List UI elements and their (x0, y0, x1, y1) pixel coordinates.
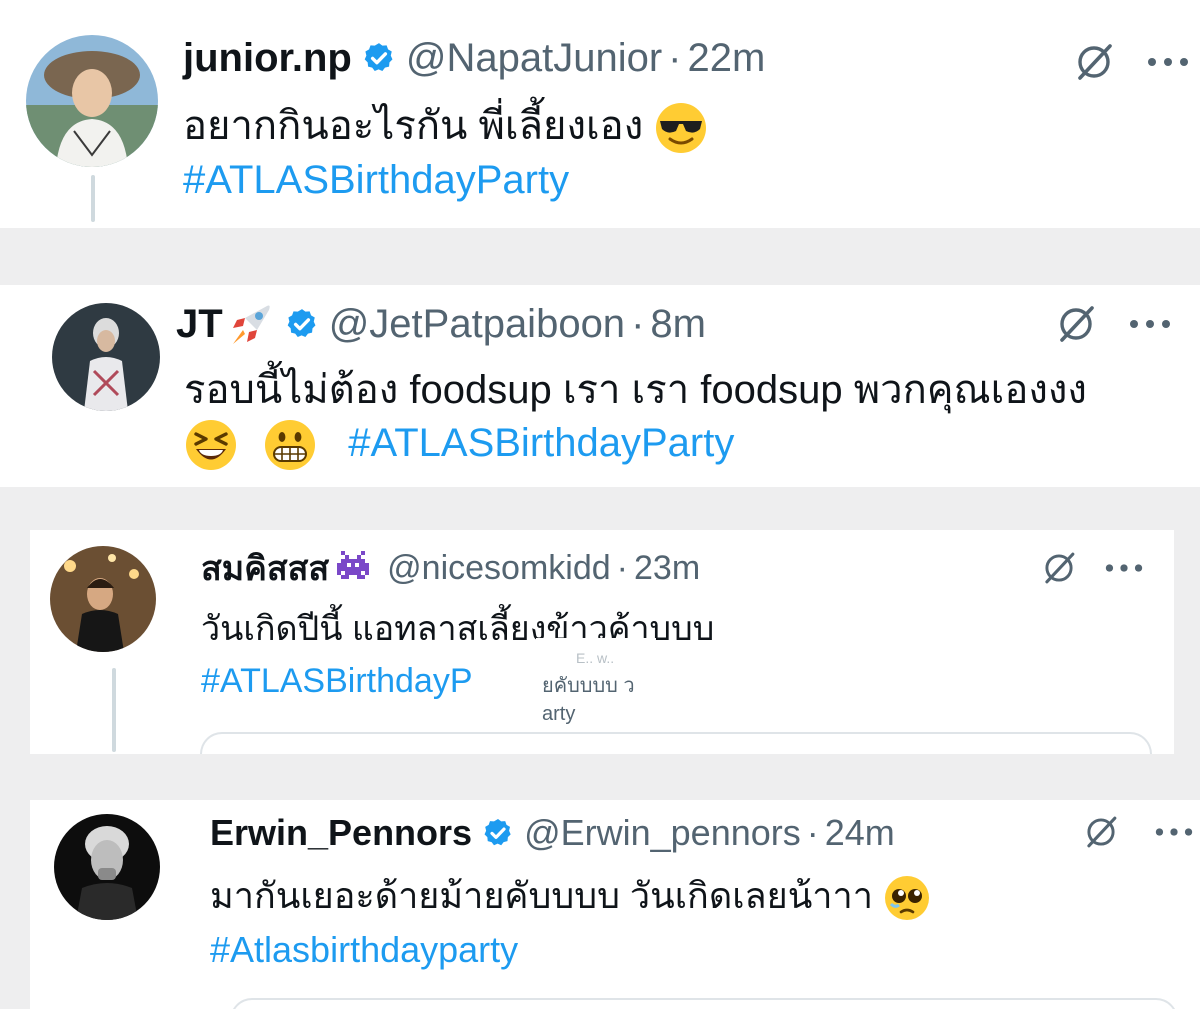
timestamp[interactable]: 24m (825, 812, 895, 854)
grok-icon[interactable] (1054, 302, 1098, 346)
tweet-text-line: อยากกินอะไรกัน พี่เลี้ยงเอง (183, 104, 644, 148)
author-handle[interactable]: @NapatJunior (406, 36, 662, 81)
overlay-line: E.. w.. (576, 650, 615, 666)
more-options-icon[interactable] (1104, 562, 1144, 574)
hashtag-link[interactable]: #ATLASBirthdayP (201, 656, 473, 706)
quoted-tweet-card[interactable] (230, 998, 1178, 1009)
author-handle[interactable]: @JetPatpaiboon (329, 302, 625, 347)
grok-icon[interactable] (1040, 549, 1078, 587)
tweet-text-line-2: #ATLASBirthdayParty (184, 413, 734, 473)
alien-monster-icon (333, 551, 373, 585)
overlay-line: ยคับบบบ ว (542, 675, 635, 697)
tweet-card-somkid[interactable]: สมคิสสส @nicesomkidd · 23m วันเกิดปีนี้ … (30, 530, 1174, 754)
separator: · (806, 812, 819, 853)
author-name[interactable]: JT (176, 302, 223, 347)
more-options-icon[interactable] (1146, 56, 1190, 68)
tweet-text-line: มากันเยอะด้ายม้ายคับบบบ วันเกิดเลยน้าาา (210, 875, 873, 916)
tweet-actions (1054, 302, 1172, 346)
pleading-face-icon (883, 874, 931, 922)
tweet-header: JT @JetPatpaiboon · 8m (176, 299, 706, 349)
avatar-jt[interactable] (52, 303, 160, 411)
hashtag-link[interactable]: #Atlasbirthdayparty (210, 922, 518, 978)
tweet-card-jt[interactable]: JT @JetPatpaiboon · 8m รอบนี้ไม่ต้อง foo… (0, 285, 1200, 487)
separator: · (668, 35, 682, 80)
avatar-erwin[interactable] (54, 814, 160, 920)
timestamp[interactable]: 22m (688, 36, 766, 81)
more-options-icon[interactable] (1128, 318, 1172, 330)
tweet-actions (1072, 40, 1190, 84)
quoted-tweet-card[interactable] (200, 732, 1152, 754)
more-options-icon[interactable] (1154, 826, 1194, 838)
tweet-card-junior[interactable]: junior.np @NapatJunior · 22m อยากกินอะไร… (0, 0, 1200, 228)
timestamp[interactable]: 8m (650, 302, 706, 347)
author-handle[interactable]: @nicesomkidd (387, 549, 611, 588)
avatar-junior[interactable] (26, 35, 158, 167)
overlay-line: arty (542, 703, 576, 725)
tweet-header: junior.np @NapatJunior · 22m (183, 35, 765, 81)
tweet-text: มากันเยอะด้ายม้ายคับบบบ วันเกิดเลยน้าาา (210, 868, 931, 924)
separator: · (616, 548, 628, 587)
hashtag-link[interactable]: #ATLASBirthdayParty (348, 421, 734, 465)
thread-line (91, 175, 95, 222)
avatar-somkid[interactable] (50, 546, 156, 652)
hashtag-link[interactable]: #ATLASBirthdayParty (183, 150, 569, 210)
rocket-icon (227, 300, 275, 348)
grinning-squinting-face-icon (184, 418, 238, 472)
tweet-actions (1082, 813, 1194, 851)
author-name[interactable]: junior.np (183, 36, 352, 81)
tweet-text: อยากกินอะไรกัน พี่เลี้ยงเอง (183, 96, 708, 156)
overlay-text-fragment: E.. w.. ยคับบบบ ว arty (536, 638, 656, 728)
verified-badge-icon (362, 41, 396, 75)
author-name[interactable]: สมคิสสส (201, 541, 329, 595)
author-name[interactable]: Erwin_Pennors (210, 812, 472, 854)
grok-icon[interactable] (1072, 40, 1116, 84)
separator: · (631, 301, 645, 346)
tweet-text-line: รอบนี้ไม่ต้อง foodsup เรา เรา foodsup พว… (184, 368, 1087, 412)
smiling-face-with-sunglasses-icon (654, 101, 708, 155)
tweet-actions (1040, 549, 1144, 587)
tweet-card-erwin[interactable]: Erwin_Pennors @Erwin_pennors · 24m มากัน… (30, 800, 1200, 1009)
tweet-header: สมคิสสส @nicesomkidd · 23m (201, 546, 700, 590)
tweet-header: Erwin_Pennors @Erwin_pennors · 24m (210, 810, 895, 856)
thread-line (112, 668, 116, 752)
grok-icon[interactable] (1082, 813, 1120, 851)
timestamp[interactable]: 23m (634, 549, 700, 588)
grimacing-face-icon (263, 418, 317, 472)
verified-badge-icon (285, 307, 319, 341)
author-handle[interactable]: @Erwin_pennors (524, 812, 801, 854)
verified-badge-icon (482, 817, 514, 849)
